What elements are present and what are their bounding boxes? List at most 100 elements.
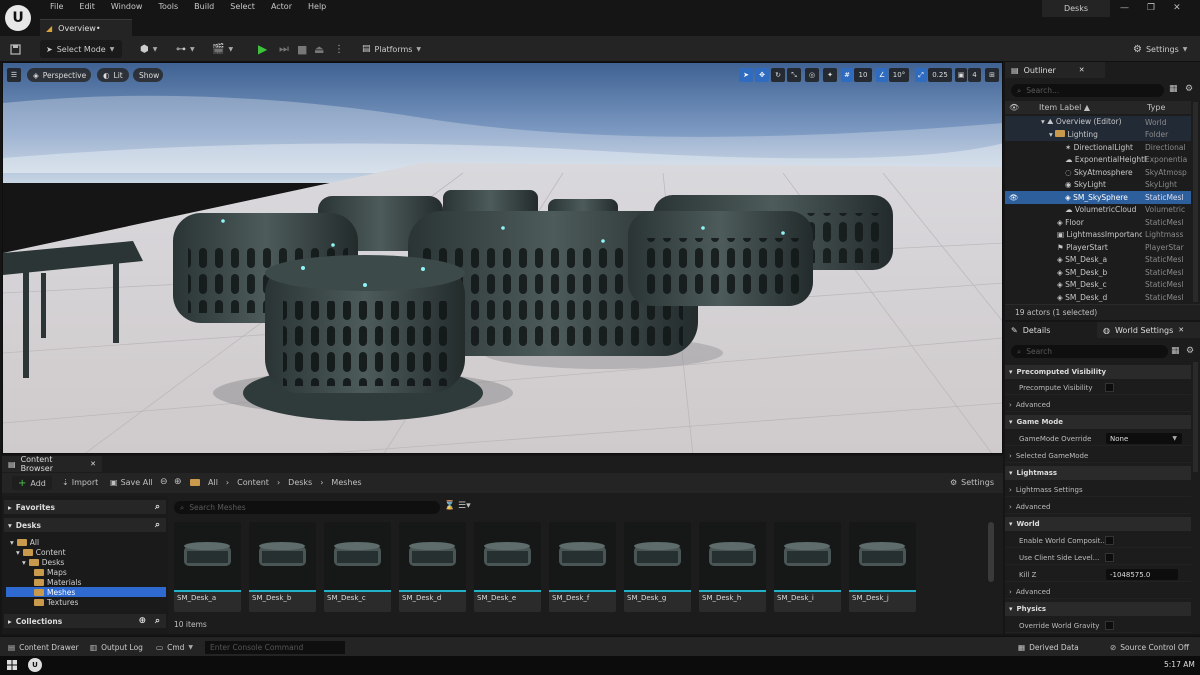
search-icon[interactable]: ⌕: [155, 520, 160, 530]
tree-desks[interactable]: ▾ Desks: [22, 557, 64, 567]
outliner-row[interactable]: ◈ SM_Desk_c StaticMesl: [1005, 279, 1191, 292]
tree-content[interactable]: ▾ Content: [16, 547, 66, 557]
translate-tool-icon[interactable]: ✥: [755, 68, 769, 82]
outliner-row[interactable]: ◈ SM_Desk_a StaticMesl: [1005, 254, 1191, 267]
outliner-row[interactable]: ◉ SkyLight SkyLight: [1005, 179, 1191, 192]
add-collection-icon[interactable]: ⊕: [138, 616, 146, 626]
gamemode-select[interactable]: None ▼: [1106, 433, 1182, 444]
outliner-row[interactable]: ☁ ExponentialHeightF Exponentia: [1005, 154, 1191, 167]
level-viewport[interactable]: ☰ ◈ Perspective ◐ Lit Show ➤ ✥ ↻ ⤡ ◎ ✦ #…: [2, 62, 1003, 454]
outliner-scrollbar[interactable]: [1193, 102, 1198, 302]
outliner-row[interactable]: ⚑ PlayerStart PlayerStar: [1005, 241, 1191, 254]
world-local-icon[interactable]: ◎: [805, 68, 819, 82]
checkbox[interactable]: [1105, 536, 1114, 545]
checkbox[interactable]: [1105, 383, 1114, 392]
asset-tile[interactable]: SM_Desk_i: [774, 522, 841, 612]
maximize-icon[interactable]: ❐: [1147, 3, 1155, 13]
breadcrumb-meshes[interactable]: Meshes: [331, 478, 361, 487]
desk-mesh-front[interactable]: [243, 255, 483, 421]
outliner-row[interactable]: ◌ SkyAtmosphere SkyAtmosp: [1005, 166, 1191, 179]
outliner-row[interactable]: ▣ LightmassImportanc Lightmass: [1005, 229, 1191, 242]
tree-textures[interactable]: Textures: [34, 597, 78, 607]
asset-tile[interactable]: SM_Desk_c: [324, 522, 391, 612]
asset-search-input[interactable]: ⌕ Search Meshes: [174, 501, 440, 514]
source-control-button[interactable]: ⊘ Source Control Off: [1110, 641, 1189, 654]
camera-speed-value[interactable]: 4: [968, 68, 981, 82]
forward-icon[interactable]: ⊕: [174, 477, 182, 487]
save-all-button[interactable]: ▣ Save All: [110, 478, 153, 487]
filter-icon[interactable]: ☰▾: [458, 501, 471, 511]
history-icon[interactable]: ⌛: [444, 501, 455, 511]
asset-tile[interactable]: SM_Desk_j: [849, 522, 916, 612]
derived-data-button[interactable]: ▦ Derived Data: [1018, 641, 1079, 654]
perspective-button[interactable]: ◈ Perspective: [27, 68, 91, 82]
add-actor-button[interactable]: ⬢ ▼: [140, 40, 157, 58]
content-drawer-button[interactable]: ▤ Content Drawer: [8, 641, 79, 654]
platforms-dropdown[interactable]: ▤ Platforms ▼: [362, 40, 421, 58]
toolbar-settings-button[interactable]: ⚙ Settings ▼: [1133, 40, 1187, 58]
asset-tile[interactable]: SM_Desk_a: [174, 522, 241, 612]
cmd-dropdown[interactable]: ▭ Cmd ▼: [156, 641, 193, 654]
save-icon[interactable]: [10, 40, 21, 58]
search-icon[interactable]: ⌕: [155, 616, 160, 626]
grid-snap-value[interactable]: 10: [854, 68, 872, 82]
close-icon[interactable]: ✕: [1173, 3, 1181, 13]
outliner-row-selected[interactable]: 👁 ◈ SM_SkySphere StaticMesl: [1005, 191, 1191, 204]
rotation-snap-value[interactable]: 10°: [889, 68, 909, 82]
details-search-input[interactable]: ⌕ Search: [1011, 345, 1168, 358]
breadcrumb-content[interactable]: Content: [237, 478, 269, 487]
section-world[interactable]: ▾ World: [1005, 517, 1191, 531]
asset-tile[interactable]: SM_Desk_f: [549, 522, 616, 612]
select-mode-dropdown[interactable]: ➤ Select Mode ▼: [40, 40, 122, 58]
menu-help[interactable]: Help: [300, 2, 334, 11]
outliner-row[interactable]: ◈ SM_Desk_b StaticMesl: [1005, 266, 1191, 279]
play-options-button[interactable]: ⋮: [334, 40, 344, 58]
rotate-tool-icon[interactable]: ↻: [771, 68, 785, 82]
selected-gamemode-toggle[interactable]: › Selected GameMode: [1005, 449, 1191, 463]
outliner-row[interactable]: ◈ SM_Desk_d StaticMesl: [1005, 291, 1191, 304]
back-icon[interactable]: ⊖: [160, 477, 168, 487]
close-icon[interactable]: ✕: [90, 460, 96, 468]
add-filter-icon[interactable]: ▦: [1169, 84, 1178, 94]
asset-tile[interactable]: SM_Desk_b: [249, 522, 316, 612]
desks-section[interactable]: ▾ Desks ⌕: [4, 518, 166, 532]
outliner-row[interactable]: ◈ Floor StaticMesl: [1005, 216, 1191, 229]
surface-snap-icon[interactable]: ✦: [823, 68, 837, 82]
scale-snap-value[interactable]: 0.25: [928, 68, 952, 82]
add-button[interactable]: + Add: [12, 476, 52, 490]
show-button[interactable]: Show: [133, 68, 163, 82]
asset-tile[interactable]: SM_Desk_d: [399, 522, 466, 612]
content-browser-tab[interactable]: ▤ Content Browser ✕: [2, 455, 102, 473]
section-physics[interactable]: ▾ Physics: [1005, 602, 1191, 616]
outliner-row[interactable]: ☁ VolumetricCloud Volumetric: [1005, 204, 1191, 217]
checkbox[interactable]: [1105, 621, 1114, 630]
checkbox[interactable]: [1105, 553, 1114, 562]
cb-settings-button[interactable]: ⚙ Settings: [950, 478, 994, 487]
step-button[interactable]: ⏭: [279, 40, 289, 58]
outliner-row-world[interactable]: ▾ ⛰ Overview (Editor) World: [1005, 116, 1191, 129]
scale-snap-icon[interactable]: ⤢: [915, 68, 927, 82]
gear-icon[interactable]: ⚙: [1185, 84, 1193, 94]
gear-icon[interactable]: ⚙: [1186, 346, 1194, 356]
section-lightmass[interactable]: ▾ Lightmass: [1005, 466, 1191, 480]
advanced-toggle[interactable]: › Advanced: [1005, 398, 1191, 412]
advanced-toggle[interactable]: › Advanced: [1005, 500, 1191, 514]
close-icon[interactable]: ✕: [1178, 326, 1184, 334]
outliner-search-input[interactable]: ⌕ Search...: [1011, 84, 1164, 97]
outliner-tab[interactable]: ▤ Outliner ✕: [1005, 62, 1105, 78]
camera-speed-icon[interactable]: ▣: [955, 68, 967, 82]
advanced-toggle[interactable]: › Advanced: [1005, 585, 1191, 599]
kill-z-input[interactable]: -1048575.0: [1106, 569, 1178, 580]
cinematics-button[interactable]: 🎬 ▼: [212, 40, 233, 58]
asset-tile[interactable]: SM_Desk_g: [624, 522, 691, 612]
asset-tile[interactable]: SM_Desk_h: [699, 522, 766, 612]
menu-build[interactable]: Build: [186, 2, 222, 11]
menu-select[interactable]: Select: [222, 2, 263, 11]
viewport-scene[interactable]: [3, 63, 1003, 454]
column-item-label[interactable]: Item Label ▲: [1039, 103, 1090, 112]
menu-tools[interactable]: Tools: [150, 2, 186, 11]
console-input[interactable]: Enter Console Command: [205, 641, 345, 654]
section-game-mode[interactable]: ▾ Game Mode: [1005, 415, 1191, 429]
lightmass-settings-toggle[interactable]: › Lightmass Settings: [1005, 483, 1191, 497]
scale-tool-icon[interactable]: ⤡: [787, 68, 801, 82]
